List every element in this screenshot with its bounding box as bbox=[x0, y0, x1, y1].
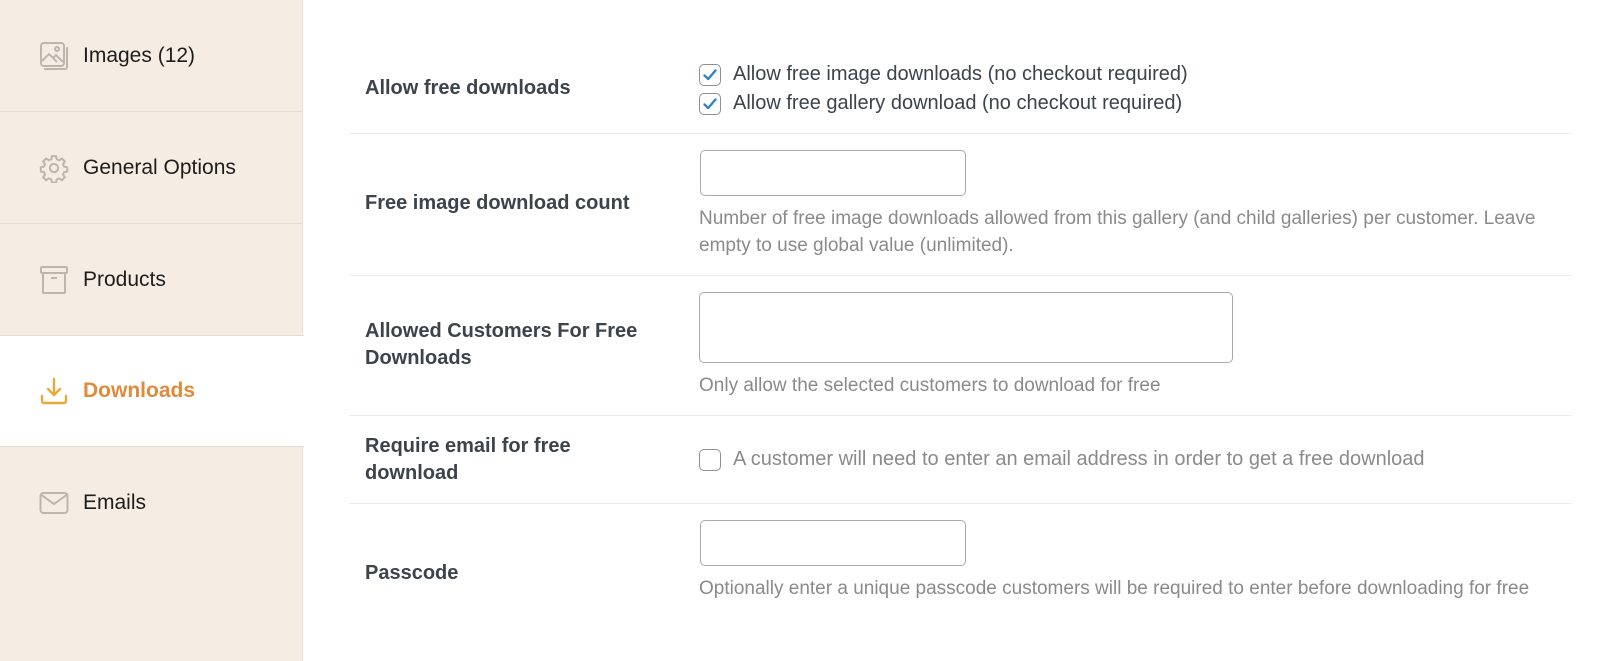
sidebar-item-general-options[interactable]: General Options bbox=[0, 112, 303, 224]
allow-free-image-downloads-option[interactable]: Allow free image downloads (no checkout … bbox=[699, 60, 1572, 89]
sidebar-item-label: Downloads bbox=[83, 379, 196, 402]
free-image-download-count-input[interactable] bbox=[700, 150, 966, 196]
setting-row-free-image-download-count: Free image download count Number of free… bbox=[349, 133, 1572, 276]
setting-label: Allow free downloads bbox=[365, 77, 571, 99]
sidebar-item-label: Images (12) bbox=[83, 43, 196, 67]
setting-label: Allowed Customers For Free Downloads bbox=[365, 320, 638, 369]
allow-free-image-downloads-checkbox[interactable] bbox=[699, 63, 721, 86]
allow-free-gallery-download-checkbox[interactable] bbox=[699, 92, 721, 115]
sidebar-item-label: General Options bbox=[83, 155, 236, 179]
sidebar-item-emails[interactable]: Emails bbox=[0, 447, 303, 559]
sidebar-item-downloads[interactable]: Downloads bbox=[0, 335, 304, 447]
field-description: Only allow the selected customers to dow… bbox=[699, 375, 1161, 396]
gear-icon bbox=[39, 153, 69, 183]
checkmark-icon bbox=[703, 97, 717, 109]
require-email-option[interactable]: A customer will need to enter an email a… bbox=[699, 445, 1572, 474]
download-icon bbox=[39, 376, 69, 406]
setting-row-allowed-customers: Allowed Customers For Free Downloads Onl… bbox=[349, 275, 1572, 416]
allow-free-gallery-download-option[interactable]: Allow free gallery download (no checkout… bbox=[699, 89, 1572, 118]
checkmark-icon bbox=[703, 68, 717, 80]
field-description: Optionally enter a unique passcode custo… bbox=[699, 578, 1530, 599]
archive-box-icon bbox=[39, 265, 69, 295]
option-label: A customer will need to enter an email a… bbox=[733, 448, 1425, 470]
setting-row-require-email: Require email for free download A custom… bbox=[349, 415, 1572, 504]
sidebar-item-label: Emails bbox=[83, 491, 147, 514]
option-label: Allow free gallery download (no checkout… bbox=[733, 92, 1183, 114]
download-settings-form: Allow free downloads Allow free image do… bbox=[349, 0, 1572, 661]
envelope-icon bbox=[39, 488, 69, 518]
setting-label: Passcode bbox=[365, 562, 459, 584]
passcode-input[interactable] bbox=[700, 520, 966, 566]
setting-label: Free image download count bbox=[365, 192, 630, 214]
sidebar-nav: Images (12) General Options Products Dow… bbox=[0, 0, 304, 661]
setting-label: Require email for free download bbox=[365, 435, 571, 484]
option-label: Allow free image downloads (no checkout … bbox=[733, 63, 1188, 85]
sidebar-item-label: Products bbox=[83, 267, 166, 291]
require-email-checkbox[interactable] bbox=[699, 448, 721, 471]
field-description: Number of free image downloads allowed f… bbox=[699, 208, 1536, 256]
setting-row-allow-free-downloads: Allow free downloads Allow free image do… bbox=[349, 0, 1572, 134]
allowed-customers-select[interactable] bbox=[699, 292, 1233, 363]
setting-row-passcode: Passcode Optionally enter a unique passc… bbox=[349, 503, 1572, 661]
sidebar-item-images[interactable]: Images (12) bbox=[0, 0, 303, 112]
images-icon bbox=[39, 41, 69, 71]
sidebar-item-products[interactable]: Products bbox=[0, 224, 303, 336]
